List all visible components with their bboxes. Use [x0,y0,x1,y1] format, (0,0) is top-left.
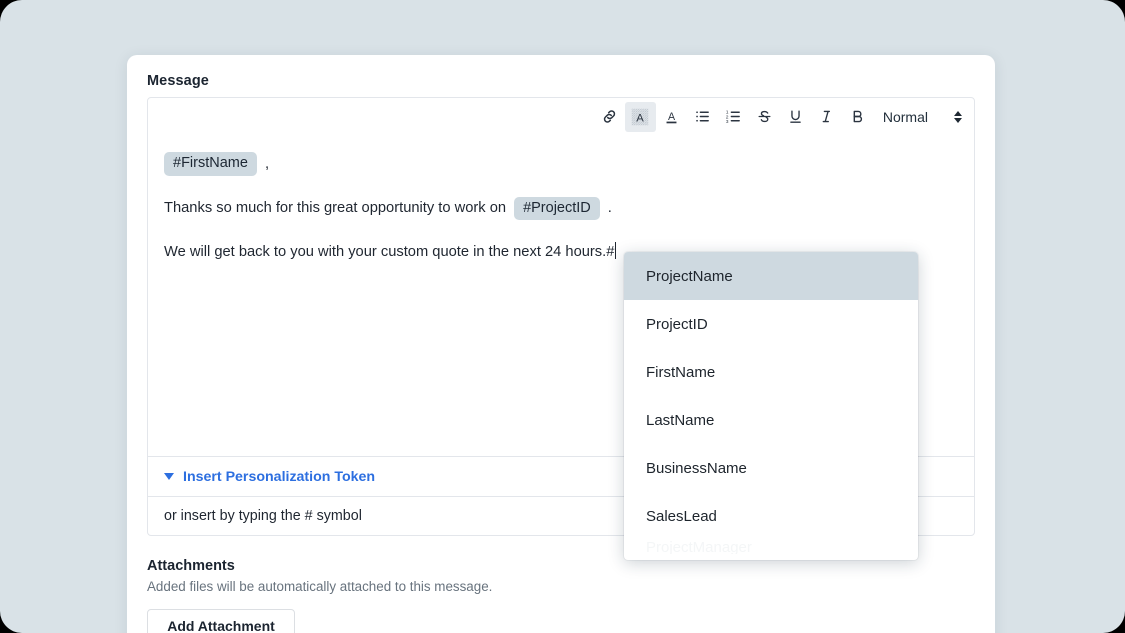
body-line-1-suffix: , [264,155,270,172]
underline-icon[interactable] [780,102,811,132]
dropdown-item-businessname[interactable]: BusinessName [624,444,918,492]
personalization-token-dropdown[interactable]: ProjectName ProjectID FirstName LastName… [624,252,918,560]
attachments-title: Attachments [147,558,235,574]
body-line-2-prefix: Thanks so much for this great opportunit… [164,200,507,217]
dropdown-item-saleslead[interactable]: SalesLead [624,492,918,540]
numbered-list-icon[interactable]: 1 2 3 [718,102,749,132]
dropdown-item-projectname[interactable]: ProjectName [624,252,918,300]
editor-toolbar: A A 1 2 3 Normal [148,98,974,136]
chevron-down-icon [164,473,174,480]
svg-text:3: 3 [726,119,729,125]
text-color-icon[interactable]: A [656,102,687,132]
bulleted-list-icon[interactable] [687,102,718,132]
bold-icon[interactable] [842,102,873,132]
italic-icon[interactable] [811,102,842,132]
insert-personalization-token-link[interactable]: Insert Personalization Token [183,469,375,485]
typing-hint-text: or insert by typing the # symbol [164,508,362,524]
dropdown-item-projectmanager[interactable]: ProjectManager [624,540,918,554]
attachments-section: Attachments Added files will be automati… [147,558,975,633]
text-caret [615,242,617,260]
dropdown-item-firstname[interactable]: FirstName [624,348,918,396]
page-title: Message [147,73,209,89]
personalization-token-projectid[interactable]: #ProjectID [514,196,600,221]
app-page: Message A A 1 2 3 Normal #FirstName , Th… [0,0,1125,633]
personalization-token-firstname[interactable]: #FirstName [164,152,257,176]
attachments-subtitle: Added files will be automatically attach… [147,579,493,594]
body-line-1: #FirstName , [164,152,956,176]
stepper-chevrons-icon[interactable] [954,110,962,123]
text-style-value: Normal [882,108,928,125]
text-style-select[interactable]: Normal [883,109,964,125]
clear-formatting-icon[interactable]: A [624,101,656,132]
link-icon[interactable] [594,102,625,132]
body-line-2: Thanks so much for this great opportunit… [164,196,956,221]
add-attachment-button[interactable]: Add Attachment [147,609,295,633]
svg-text:A: A [668,110,676,122]
dropdown-item-lastname[interactable]: LastName [624,396,918,444]
dropdown-item-projectid[interactable]: ProjectID [624,300,918,348]
strikethrough-icon[interactable] [749,102,780,132]
svg-text:A: A [637,112,645,124]
body-line-2-suffix: . [607,200,612,217]
body-line-3-text: We will get back to you with your custom… [164,244,615,261]
